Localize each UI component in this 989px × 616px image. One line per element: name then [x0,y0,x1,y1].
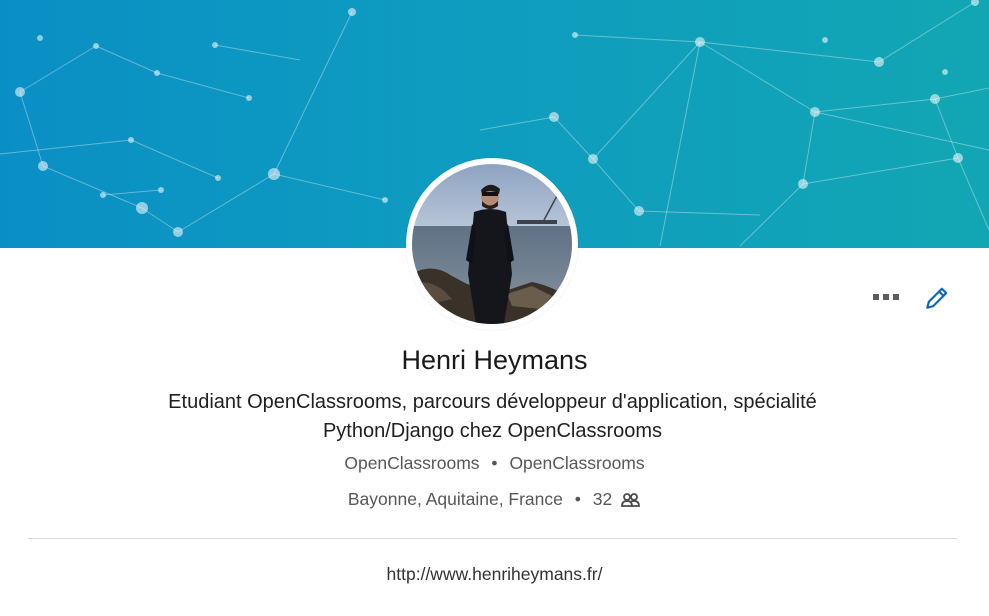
education-link[interactable]: OpenClassrooms [509,453,644,473]
more-dots-icon [873,294,879,300]
more-dot [893,294,899,300]
profile-card: Henri Heymans Etudiant OpenClassrooms, p… [0,0,989,616]
profile-photo[interactable] [406,158,578,330]
separator-dot: • [491,453,498,473]
pencil-icon [926,287,948,309]
more-dot [883,294,889,300]
current-company-link[interactable]: OpenClassrooms [344,453,479,473]
connections-count: 32 [592,488,613,509]
location-and-connections: Bayonne, Aquitaine, France • 32 [0,488,989,510]
connections-link[interactable]: 32 [593,489,641,509]
experience-summary: OpenClassrooms • OpenClassrooms [0,453,989,474]
more-actions-button[interactable] [866,282,906,312]
section-divider [28,538,957,539]
people-icon [621,493,641,508]
profile-headline: Etudiant OpenClassrooms, parcours dévelo… [168,391,817,442]
separator-dot: • [574,488,581,509]
website-link[interactable]: http://www.henriheymans.fr/ [0,564,989,585]
profile-photo-image [412,164,572,324]
edit-profile-button[interactable] [920,282,954,314]
location-text: Bayonne, Aquitaine, France [347,488,563,509]
profile-name: Henri Heymans [401,345,588,375]
